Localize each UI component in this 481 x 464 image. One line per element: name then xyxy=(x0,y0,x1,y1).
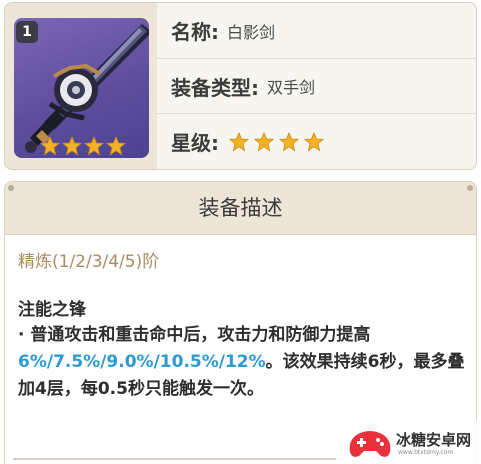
name-row: 名称: 白影剑 xyxy=(157,3,476,59)
page: 1 名称: 白影剑 装备类型: 双手剑 星级: 装备描述 精炼(1/2/3/4/… xyxy=(0,0,481,464)
thumbnail-rarity-stars xyxy=(39,135,127,158)
weapon-thumbnail: 1 xyxy=(14,18,149,158)
rarity-row: 星级: xyxy=(157,114,476,169)
corner-ornament xyxy=(8,185,14,191)
effect-name: 注能之锋 xyxy=(18,300,86,320)
gamepad-logo-icon xyxy=(349,431,391,457)
watermark-url: www.btxtdmy.com xyxy=(398,449,454,456)
name-value: 白影剑 xyxy=(227,22,276,42)
star-icon xyxy=(278,131,300,152)
star-icon xyxy=(303,131,325,152)
effect-text-part-1: · 普通攻击和重击命中后，攻击力和防御力提高 xyxy=(18,325,371,345)
effect-description: · 普通攻击和重击命中后，攻击力和防御力提高 6%/7.5%/9.0%/10.5%… xyxy=(18,322,468,403)
description-title: 装备描述 xyxy=(198,196,283,220)
type-row: 装备类型: 双手剑 xyxy=(157,59,476,114)
star-icon xyxy=(228,131,250,152)
name-label: 名称: xyxy=(171,20,219,44)
watermark: 冰糖安卓网 www.btxtdmy.com xyxy=(336,420,481,464)
star-icon xyxy=(39,135,61,156)
star-icon xyxy=(105,135,127,156)
type-label: 装备类型: xyxy=(171,75,259,100)
refinement-badge: 1 xyxy=(16,21,38,43)
star-icon xyxy=(253,131,275,152)
type-value: 双手剑 xyxy=(267,78,316,97)
rarity-stars xyxy=(228,131,325,152)
divider xyxy=(13,458,343,460)
weapon-info-card: 1 名称: 白影剑 装备类型: 双手剑 星级: xyxy=(4,2,477,170)
watermark-text: 冰糖安卓网 xyxy=(396,431,472,449)
description-header: 装备描述 xyxy=(5,182,476,235)
corner-ornament xyxy=(467,185,473,191)
refinement-levels: 精炼(1/2/3/4/5)阶 xyxy=(18,252,160,272)
effect-values: 6%/7.5%/9.0%/10.5%/12% xyxy=(18,352,266,372)
star-icon xyxy=(61,135,83,156)
star-icon xyxy=(83,135,105,156)
weapon-attributes: 名称: 白影剑 装备类型: 双手剑 星级: xyxy=(157,3,476,169)
rarity-label: 星级: xyxy=(171,131,219,155)
